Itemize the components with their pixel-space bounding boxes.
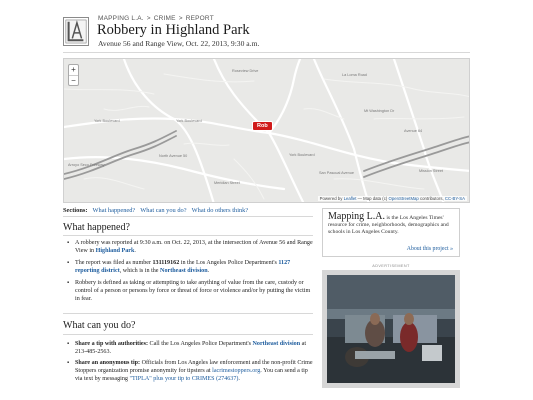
paragraph-text: , which is in the (119, 268, 161, 275)
page-subtitle: Avenue 56 and Range View, Oct. 22, 2013,… (98, 39, 260, 48)
mapping-la-logo[interactable] (63, 17, 89, 46)
heading-what-happened: What happened? (63, 222, 130, 233)
about-box: Mapping L.A. is the Los Angeles Times' r… (322, 208, 460, 257)
street-label: Mission Street (419, 169, 444, 173)
list-item: Share a tip with authorities: Call the L… (67, 340, 313, 356)
tip-heading: Share a tip with authorities: (75, 341, 149, 347)
ad-label: advertisement (372, 264, 410, 268)
street-label: Roseview Drive (232, 69, 259, 73)
street-label: Mt Washington Dr (364, 109, 395, 113)
crime-marker[interactable]: Rob (253, 122, 272, 130)
street-label: San Pascual Avenue (319, 171, 354, 175)
section-link-what-others-think[interactable]: What do others think? (192, 207, 249, 214)
map-attribution: Powered by Leaflet — Map data (c) OpenSt… (317, 196, 467, 201)
division-link[interactable]: Northeast division (253, 341, 301, 347)
paragraph-text: . (207, 268, 210, 275)
paragraph-text: The report was filed as number (75, 260, 153, 266)
osm-link[interactable]: OpenStreetMap (388, 196, 418, 201)
breadcrumb-site[interactable]: MAPPING L.A. (98, 15, 144, 22)
street-label: Avenue 64 (404, 129, 423, 133)
sections-label: Sections: (63, 207, 88, 214)
paragraph-text: . (134, 248, 136, 255)
list-item: A robbery was reported at 9:30 a.m. on O… (67, 239, 313, 255)
about-project-link[interactable]: About this project » (407, 246, 453, 252)
street-label: Arroyo Seco Freeway (68, 163, 105, 167)
breadcrumb-page: REPORT (185, 15, 214, 22)
street-label: York Boulevard (289, 153, 315, 157)
crimestoppers-link[interactable]: lacrimestoppers.org (212, 368, 260, 374)
breadcrumb-separator: > (146, 15, 151, 22)
tip-heading: Share an anonymous tip: (75, 360, 141, 366)
leaflet-link[interactable]: Leaflet (344, 196, 357, 201)
brand-name: Mapping L.A. (328, 211, 385, 222)
breadcrumb: MAPPING L.A. > CRIME > REPORT (98, 15, 214, 22)
paragraph-text: . (238, 376, 240, 383)
sections-nav: Sections: What happened? What can you do… (63, 207, 248, 214)
heading-what-can-you-do: What can you do? (63, 320, 136, 331)
section-divider (63, 313, 313, 314)
paragraph-text: Call the Los Angeles Police Department's (148, 341, 253, 347)
section-link-what-happened[interactable]: What happened? (93, 207, 136, 214)
breadcrumb-separator: > (178, 15, 183, 22)
zoom-in-button[interactable]: + (69, 65, 78, 75)
section-link-what-can-you-do[interactable]: What can you do? (140, 207, 186, 214)
report-number: 131119162 (152, 260, 180, 266)
license-link[interactable]: CC-BY-SA (445, 196, 465, 201)
street-label: York Boulevard (94, 119, 120, 123)
definition-text: Robbery is defined as taking or attempti… (75, 280, 311, 303)
crime-map[interactable]: Roseview Drive La Loma Road York Bouleva… (63, 58, 470, 203)
street-label: York Boulevard (176, 119, 202, 123)
paragraph-text: in the Los Angeles Police Department's (179, 260, 279, 266)
zoom-out-button[interactable]: − (69, 75, 78, 85)
division-link[interactable]: Northeast division (160, 268, 208, 274)
list-item: Robbery is defined as taking or attempti… (67, 279, 313, 304)
logo-icon (65, 19, 87, 44)
section-divider (63, 334, 313, 335)
advertisement[interactable] (322, 270, 460, 388)
street-label: La Loma Road (342, 73, 367, 77)
attribution-prefix: Powered by (319, 196, 343, 201)
street-label: Meridian Street (214, 181, 240, 185)
attribution-text: — Map data (356, 196, 383, 201)
ad-image (327, 275, 455, 383)
header-divider (63, 52, 470, 53)
zoom-control: + − (68, 64, 79, 86)
ad-video[interactable] (327, 275, 455, 383)
page-title: Robbery in Highland Park (97, 22, 250, 38)
list-item: The report was filed as number 131119162… (67, 259, 313, 275)
section-divider (63, 216, 313, 217)
text-tip-link[interactable]: "TIPLA" plus your tip to CRIMES (274637) (130, 376, 239, 382)
neighborhood-link[interactable]: Highland Park (96, 248, 135, 254)
list-item: Share an anonymous tip: Officials from L… (67, 359, 313, 384)
street-label: North Avenue 50 (159, 154, 188, 158)
attribution-copyright: (c) (382, 196, 388, 201)
attribution-text: contributors, (418, 196, 445, 201)
breadcrumb-section[interactable]: CRIME (154, 15, 176, 22)
section-divider (63, 235, 313, 236)
